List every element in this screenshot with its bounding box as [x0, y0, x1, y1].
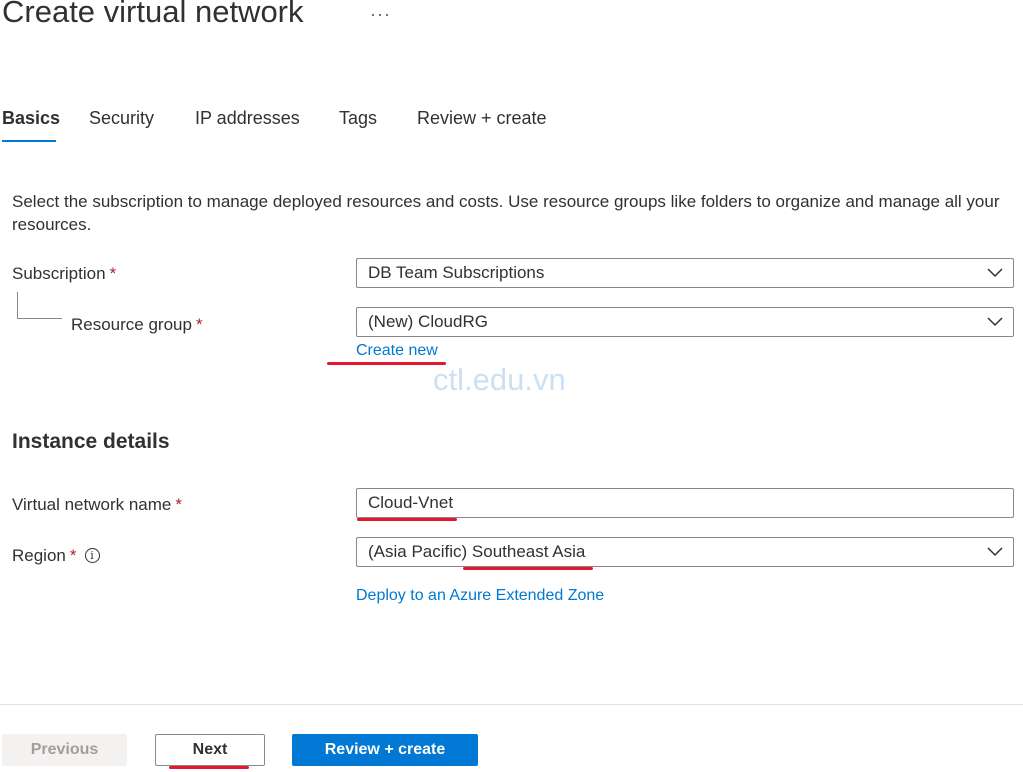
required-marker: * [109, 264, 117, 283]
tab-security[interactable]: Security [89, 108, 154, 129]
resource-group-label-text: Resource group [71, 315, 192, 334]
chevron-down-icon [977, 538, 1013, 566]
vnet-name-label-text: Virtual network name [12, 495, 172, 514]
required-marker: * [175, 495, 182, 514]
active-tab-indicator [2, 140, 56, 142]
subscription-label: Subscription * [12, 264, 116, 284]
tab-review-create[interactable]: Review + create [417, 108, 547, 129]
vnet-name-input[interactable]: Cloud-Vnet [356, 488, 1014, 518]
create-new-link[interactable]: Create new [356, 342, 438, 360]
resource-group-value: (New) CloudRG [368, 312, 488, 331]
region-value: (Asia Pacific) Southeast Asia [368, 542, 586, 561]
chevron-down-icon [977, 308, 1013, 336]
annotation-underline [169, 766, 249, 769]
tree-connector [17, 292, 18, 319]
chevron-down-icon [977, 259, 1013, 287]
required-marker: * [69, 546, 77, 565]
instance-details-heading: Instance details [12, 430, 170, 453]
subscription-dropdown[interactable]: DB Team Subscriptions [356, 258, 1014, 288]
watermark: ctl.edu.vn [433, 362, 566, 397]
description-text: Select the subscription to manage deploy… [12, 192, 1000, 234]
resource-group-label: Resource group * [71, 315, 203, 335]
annotation-underline [357, 518, 457, 521]
vnet-name-label: Virtual network name * [12, 495, 182, 515]
tab-ip-addresses[interactable]: IP addresses [195, 108, 300, 129]
page-title: Create virtual network [2, 0, 304, 29]
region-label-text: Region [12, 546, 66, 565]
resource-group-dropdown[interactable]: (New) CloudRG [356, 307, 1014, 337]
tab-basics[interactable]: Basics [2, 108, 60, 129]
subscription-label-text: Subscription [12, 264, 106, 283]
required-marker: * [195, 315, 203, 334]
extended-zone-link[interactable]: Deploy to an Azure Extended Zone [356, 587, 604, 605]
footer-divider [0, 704, 1023, 705]
review-create-button[interactable]: Review + create [292, 734, 478, 766]
region-dropdown[interactable]: (Asia Pacific) Southeast Asia [356, 537, 1014, 567]
subscription-value: DB Team Subscriptions [368, 263, 545, 282]
tab-tags[interactable]: Tags [339, 108, 377, 129]
more-icon[interactable]: ··· [370, 4, 391, 25]
next-button[interactable]: Next [155, 734, 265, 766]
previous-button[interactable]: Previous [2, 734, 127, 766]
annotation-underline [327, 362, 446, 365]
info-icon[interactable]: i [84, 548, 100, 564]
annotation-underline [463, 567, 593, 570]
tree-connector-branch [17, 318, 62, 319]
vnet-name-value: Cloud-Vnet [368, 493, 454, 512]
region-label: Region * i [12, 546, 100, 566]
